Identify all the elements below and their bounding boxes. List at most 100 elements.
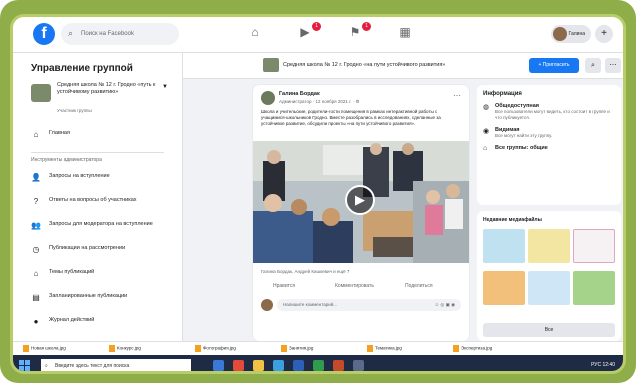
facebook-search-input[interactable]: ⌕ Поиск на Facebook <box>61 23 179 45</box>
info-row: ◍ Общедоступная Все пользователи могут вид… <box>483 103 615 121</box>
info-description: Все пользователи могут видеть, кто состо… <box>495 109 610 120</box>
comment-input[interactable]: Напишите комментарий... ☺ ◎ ▣ ◉ <box>277 299 461 311</box>
media-thumbnail[interactable] <box>528 229 570 263</box>
download-filename: Конкурс.jpg <box>117 345 141 351</box>
reactions-summary[interactable]: Галина Бордак, Андрей Кишкевич и ещё 7 <box>261 269 461 274</box>
profile-button[interactable]: Галина <box>550 25 591 43</box>
file-explorer-icon[interactable] <box>253 360 264 371</box>
admin-tools-heading: Инструменты администратора <box>31 157 102 163</box>
group-switcher[interactable]: Средняя школа № 12 г. Гродно «путь к уст… <box>21 82 174 118</box>
comment-button[interactable]: Комментировать <box>335 283 374 289</box>
see-all-button[interactable]: Все <box>483 323 615 337</box>
download-item[interactable]: Фотография.jpg <box>195 345 236 352</box>
group-admin-sidebar: Управление группой Средняя школа № 12 г.… <box>13 53 183 341</box>
word-icon[interactable] <box>293 360 304 371</box>
task-view-icon[interactable] <box>213 360 224 371</box>
sidebar-item-label: Запросы на вступление <box>49 173 110 179</box>
excel-icon[interactable] <box>313 360 324 371</box>
file-icon <box>195 345 201 352</box>
like-button[interactable]: Нравится <box>273 283 295 289</box>
info-description: Все могут найти эту группу. <box>495 133 553 138</box>
sidebar-item-label: Главная <box>49 130 70 136</box>
sidebar-title: Управление группой <box>31 63 133 74</box>
file-icon <box>109 345 115 352</box>
admin-tools-list: 👤 Запросы на вступление? Ответы на вопросы… <box>21 167 174 335</box>
download-item[interactable]: Экспертиза.jpg <box>453 345 492 352</box>
groups-icon[interactable]: ▦ <box>395 25 415 43</box>
file-icon <box>23 345 29 352</box>
sidebar-item[interactable]: ? Ответы на вопросы об участниках <box>21 191 174 215</box>
avatar <box>552 27 567 41</box>
marketplace-icon[interactable]: ⚑ 1 <box>345 22 371 43</box>
opera-icon[interactable] <box>233 360 244 371</box>
download-item[interactable]: Занятия.jpg <box>281 345 313 352</box>
sidebar-item[interactable]: 👤 Запросы на вступление <box>21 167 174 191</box>
globe-icon: ◍ <box>483 104 490 111</box>
post-meta: Администратор · 12 ноября 2021 г. · ⚙ <box>279 99 360 104</box>
media-thumbnail[interactable] <box>573 229 615 263</box>
sidebar-item[interactable]: 👥 Запросы для модератора на вступление <box>21 215 174 239</box>
file-icon <box>367 345 373 352</box>
download-filename: Фотография.jpg <box>203 345 236 351</box>
home-icon[interactable]: ⌂ <box>245 25 265 43</box>
sidebar-item[interactable]: ◷ Публикации на рассмотрении <box>21 239 174 263</box>
watch-icon[interactable]: ▶ 1 <box>295 22 321 43</box>
info-title: Все группы: общие <box>495 145 548 151</box>
person-icon: 👤 <box>31 173 41 182</box>
question-icon: ? <box>33 197 39 206</box>
taskbar-search-input[interactable]: ⌕ Введите здесь текст для поиска <box>41 359 191 371</box>
group-search-button[interactable]: ⌕ <box>585 58 601 73</box>
clock-icon: ◷ <box>32 245 40 254</box>
eye-icon: ◉ <box>483 128 490 135</box>
post-video[interactable]: ▶ <box>253 141 469 263</box>
comment-composer: Напишите комментарий... ☺ ◎ ▣ ◉ <box>261 299 461 313</box>
media-thumbnail[interactable] <box>483 229 525 263</box>
powerpoint-icon[interactable] <box>333 360 344 371</box>
author-avatar[interactable] <box>261 91 275 105</box>
group-thumbnail <box>31 84 51 102</box>
user-name: Галина <box>568 31 585 37</box>
sidebar-item[interactable]: ▤ Запланированные публикации <box>21 287 174 311</box>
messages-badge: 1 <box>362 22 371 31</box>
group-title: Средняя школа № 12 г. Гродно «на пути ус… <box>283 62 446 68</box>
download-item[interactable]: Новая школа.jpg <box>23 345 66 352</box>
more-options-icon[interactable]: ⋯ <box>453 91 461 100</box>
sidebar-item-label: Публикации на рассмотрении <box>49 245 126 251</box>
search-placeholder: Поиск на Facebook <box>81 31 134 37</box>
tag-icon: ⌂ <box>483 145 488 152</box>
media-thumbnail[interactable] <box>528 271 570 305</box>
calendar-icon: ▤ <box>32 293 40 302</box>
sidebar-item-label: Запросы для модератора на вступление <box>49 221 153 227</box>
divider <box>31 152 164 153</box>
home-icon: ⌂ <box>33 130 39 139</box>
file-icon <box>281 345 287 352</box>
create-button[interactable]: + <box>595 25 613 43</box>
media-thumbnail[interactable] <box>483 271 525 305</box>
download-item[interactable]: Тематика.jpg <box>367 345 402 352</box>
taskbar-search-placeholder: Введите здесь текст для поиска <box>55 363 130 369</box>
windows-start-icon[interactable] <box>19 360 31 371</box>
caret-down-icon: ▼ <box>162 84 168 90</box>
post-author[interactable]: Галина Бордак <box>279 91 320 97</box>
comment-tools-icons[interactable]: ☺ ◎ ▣ ◉ <box>435 299 455 311</box>
sidebar-item[interactable]: ⌂ Темы публикаций <box>21 263 174 287</box>
info-heading: Информация <box>483 91 522 97</box>
system-tray[interactable]: РУС 12:40 <box>591 362 615 368</box>
download-item[interactable]: Конкурс.jpg <box>109 345 141 352</box>
chrome-icon[interactable] <box>353 360 364 371</box>
facebook-logo-icon[interactable]: f <box>33 23 55 45</box>
group-more-button[interactable]: ⋯ <box>605 58 621 73</box>
store-icon[interactable] <box>273 360 284 371</box>
sidebar-item[interactable]: ● Журнал действий <box>21 311 174 335</box>
sidebar-item-home[interactable]: ⌂ Главная <box>21 124 174 148</box>
file-icon <box>453 345 459 352</box>
sidebar-item-label: Ответы на вопросы об участниках <box>49 197 137 203</box>
browser-screen: f ⌕ Поиск на Facebook ⌂ ▶ 1 ⚑ 1 ▦ Галина… <box>10 14 626 374</box>
invite-button[interactable]: + Пригласить <box>529 58 579 73</box>
play-icon[interactable]: ▶ <box>345 185 375 215</box>
media-thumbnail[interactable] <box>573 271 615 305</box>
group-thumbnail <box>263 58 279 72</box>
download-filename: Экспертиза.jpg <box>461 345 493 351</box>
comment-placeholder: Напишите комментарий... <box>283 302 338 307</box>
share-button[interactable]: Поделиться <box>405 283 433 289</box>
